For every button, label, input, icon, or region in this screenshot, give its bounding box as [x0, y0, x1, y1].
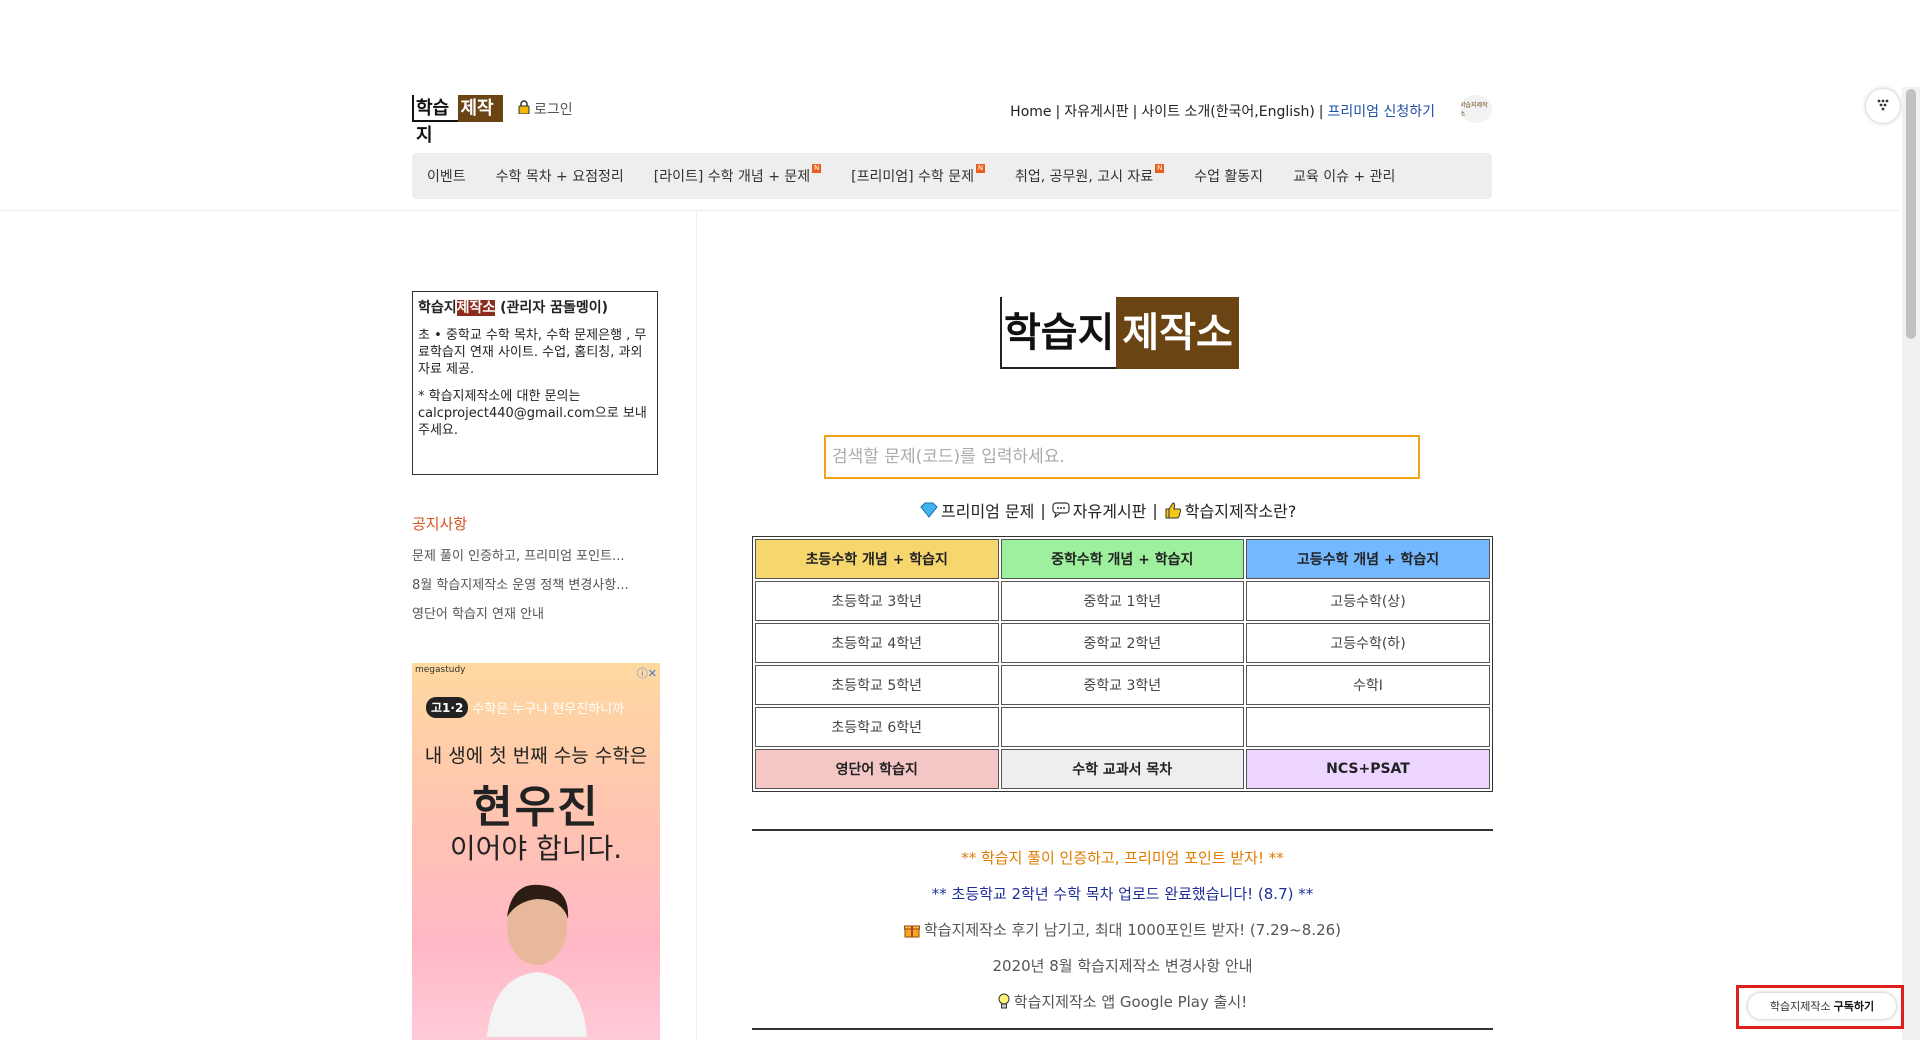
ad-person-image — [487, 884, 587, 1037]
menu-item-premium[interactable]: [프리미엄] 수학 문제 N — [851, 164, 986, 186]
menu-item-math-toc[interactable]: 수학 목차 + 요점정리 — [496, 166, 624, 186]
ad-tagline: 고1·2 수학은 누구나 현우진하니까 — [426, 697, 624, 718]
link-premium-problems[interactable]: 프리미엄 문제 — [920, 498, 1034, 522]
news-item-1[interactable]: ** 학습지 풀이 인증하고, 프리미엄 포인트 받자! ** — [752, 847, 1493, 868]
table-cell[interactable]: 초등학교 6학년 — [755, 707, 999, 747]
news-item-3[interactable]: 학습지제작소 후기 남기고, 최대 1000포인트 받자! (7.29~8.26… — [752, 919, 1493, 942]
new-badge: N — [812, 164, 822, 173]
nav-about[interactable]: 사이트 소개(한국어,English) — [1141, 104, 1314, 120]
table-cell[interactable]: 초등학교 4학년 — [755, 623, 999, 663]
table-cell[interactable]: 고등수학(상) — [1246, 581, 1490, 621]
scrollbar-thumb[interactable] — [1906, 89, 1916, 339]
intro-title: 학습지제작소 (관리자 꿈돌멩이) — [418, 300, 608, 316]
notice-list: 문제 풀이 인증하고, 프리미엄 포인트... 8월 학습지제작소 운영 정책 … — [412, 542, 629, 629]
news-item-2[interactable]: ** 초등학교 2학년 수학 목차 업로드 완료했습니다! (8.7) ** — [752, 883, 1493, 904]
site-intro-box: 학습지제작소 (관리자 꿈돌멩이) 초 • 중학교 수학 목차, 수학 문제은행… — [412, 291, 658, 475]
logo-text-a: 학습지 — [412, 95, 458, 146]
sidebar-divider — [696, 211, 697, 1040]
speech-bubble-icon — [1052, 502, 1070, 518]
notice-title[interactable]: 공지사항 — [412, 513, 467, 534]
lock-icon — [518, 100, 530, 118]
table-cell[interactable]: 중학교 3학년 — [1000, 665, 1244, 705]
new-badge: N — [976, 164, 986, 173]
nav-premium[interactable]: 프리미엄 신청하기 — [1328, 104, 1436, 120]
notice-item[interactable]: 문제 풀이 인증하고, 프리미엄 포인트... — [412, 542, 629, 571]
grade-table: 초등수학 개념 + 학습지 중학수학 개념 + 학습지 고등수학 개념 + 학습… — [752, 536, 1493, 792]
nav-free-board[interactable]: 자유게시판 — [1064, 104, 1128, 120]
ad-line3: 이어야 합니다. — [449, 832, 623, 865]
subscribe-button[interactable]: 학습지제작소 구독하기 — [1748, 993, 1896, 1019]
diamond-icon — [920, 502, 938, 518]
menu-item-jobs[interactable]: 취업, 공무원, 고시 자료 N — [1015, 164, 1165, 186]
profile-avatar[interactable]: 학습지제작소 — [1460, 95, 1492, 123]
logo-text-b: 제작소 — [457, 95, 503, 146]
menu-item-event[interactable]: 이벤트 — [427, 166, 466, 186]
intro-contact: * 학습지제작소에 대한 문의는 calcproject440@gmail.co… — [418, 389, 647, 438]
thumbs-up-icon — [1165, 502, 1181, 519]
table-cell[interactable]: 중학교 1학년 — [1000, 581, 1244, 621]
intro-description: 초 • 중학교 수학 목차, 수학 문제은행 , 무료학습지 연재 사이트. 수… — [418, 328, 647, 377]
link-about[interactable]: 학습지제작소란? — [1164, 498, 1296, 522]
table-cell[interactable]: 초등학교 5학년 — [755, 665, 999, 705]
login-label: 로그인 — [534, 102, 573, 118]
ad-brand: megastudy — [415, 665, 466, 675]
news-item-5[interactable]: 학습지제작소 앱 Google Play 출시! — [752, 991, 1493, 1015]
footer-ncs-psat[interactable]: NCS+PSAT — [1246, 749, 1490, 789]
ad-close-icon[interactable]: ⓘ✕ — [637, 665, 657, 681]
nav-home[interactable]: Home — [1010, 104, 1051, 120]
header-middle[interactable]: 중학수학 개념 + 학습지 — [1000, 539, 1244, 579]
footer-textbook-toc[interactable]: 수학 교과서 목차 — [1000, 749, 1244, 789]
table-cell[interactable]: 초등학교 3학년 — [755, 581, 999, 621]
menu-item-lite[interactable]: [라이트] 수학 개념 + 문제 N — [654, 164, 822, 186]
main-logo[interactable]: 학습지 제작소 — [1000, 297, 1240, 369]
login-link[interactable]: 로그인 — [518, 99, 573, 119]
ad-line2: 현우진 — [472, 782, 600, 833]
news-item-4[interactable]: 2020년 8월 학습지제작소 변경사항 안내 — [752, 955, 1493, 976]
notice-item[interactable]: 8월 학습지제작소 운영 정책 변경사항... — [412, 571, 629, 600]
notice-item[interactable]: 영단어 학습지 연재 안내 — [412, 600, 629, 629]
footer-vocab[interactable]: 영단어 학습지 — [755, 749, 999, 789]
header-divider — [0, 210, 1900, 211]
header-elementary[interactable]: 초등수학 개념 + 학습지 — [755, 539, 999, 579]
table-cell[interactable]: 수학Ⅰ — [1246, 665, 1490, 705]
table-cell-empty — [1246, 707, 1490, 747]
table-cell[interactable]: 고등수학(하) — [1246, 623, 1490, 663]
news-divider-bottom — [752, 1028, 1493, 1030]
main-menu: 이벤트 수학 목차 + 요점정리 [라이트] 수학 개념 + 문제 N [프리미엄… — [412, 153, 1492, 199]
lightbulb-icon — [998, 993, 1010, 1008]
site-logo[interactable]: 학습지 제작소 — [412, 95, 503, 146]
dots-icon — [1876, 97, 1890, 116]
menu-item-activity[interactable]: 수업 활동지 — [1194, 166, 1263, 186]
link-free-board[interactable]: 자유게시판 — [1052, 498, 1146, 522]
advertisement[interactable]: megastudy ⓘ✕ 고1·2 수학은 누구나 현우진하니까 내 생에 첫 번… — [412, 663, 660, 1040]
top-nav: Home | 자유게시판 | 사이트 소개(한국어,English) | 프리미엄 신청하기 — [1010, 104, 1436, 120]
quick-links: 프리미엄 문제 | 자유게시판 | 학습지제작소란? — [920, 498, 1296, 522]
table-cell[interactable]: 중학교 2학년 — [1000, 623, 1244, 663]
menu-dots-button[interactable] — [1866, 89, 1900, 123]
header-high[interactable]: 고등수학 개념 + 학습지 — [1246, 539, 1490, 579]
table-cell-empty — [1000, 707, 1244, 747]
news-divider-top — [752, 829, 1493, 831]
ad-line1: 내 생에 첫 번째 수능 수학은 — [424, 745, 648, 767]
menu-item-edu-issue[interactable]: 교육 이슈 + 관리 — [1293, 166, 1395, 186]
new-badge: N — [1155, 164, 1165, 173]
gift-icon — [903, 925, 920, 937]
search-input[interactable] — [824, 435, 1420, 479]
